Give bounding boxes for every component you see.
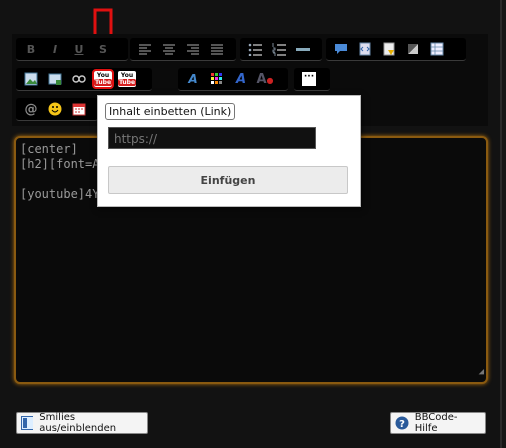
link-icon (72, 75, 86, 83)
font-size-button[interactable]: A (231, 69, 251, 89)
color-grid-icon (211, 73, 222, 84)
bullet-list-button[interactable] (245, 39, 265, 59)
italic-button[interactable]: I (45, 39, 65, 59)
insert-group (326, 38, 466, 61)
justify-icon (211, 44, 223, 55)
youtube-icon-top: You (96, 72, 110, 79)
quote-button[interactable] (331, 39, 351, 59)
embed-popup: Inhalt einbetten (Link) https:// Einfüge… (97, 95, 361, 207)
code-icon (359, 42, 371, 56)
editor-content: [center] [h2][font=A [youtube]4Y (20, 142, 100, 201)
smiley-icon (48, 102, 62, 116)
image-icon (24, 72, 38, 86)
clear-format-button[interactable]: A● (255, 69, 275, 89)
horizontal-rule-button[interactable] (293, 39, 313, 59)
more-button[interactable]: ··· (299, 69, 319, 89)
youtube-button[interactable]: You Tube (92, 69, 114, 89)
editor-frame: B I U S You Tube You Tube A A A● ··· @ [… (0, 0, 506, 448)
more-group: ··· (294, 68, 330, 91)
note-icon (408, 44, 418, 54)
embed-url-input[interactable]: https:// (108, 127, 316, 149)
font-size-icon: A (235, 71, 247, 87)
align-right-icon (187, 44, 199, 55)
align-left-icon (139, 44, 151, 55)
align-center-icon (163, 44, 175, 55)
mention-button[interactable]: @ (21, 99, 41, 119)
bullet-list-icon (248, 43, 262, 56)
spoiler-icon (383, 42, 395, 56)
youtube-icon-bottom: Tube (93, 79, 113, 86)
font-group: A A A● (178, 68, 288, 91)
justify-button[interactable] (207, 39, 227, 59)
font-icon: A (188, 72, 198, 86)
youtube-alt-icon-bottom: Tube (117, 79, 137, 86)
date-button[interactable] (69, 99, 89, 119)
insert-button[interactable]: Einfügen (108, 166, 348, 194)
list-group (240, 38, 322, 61)
format-group: B I U S (16, 38, 128, 61)
help-icon: ? (395, 416, 409, 430)
numbered-list-icon (272, 43, 286, 56)
underline-icon: U (74, 42, 84, 56)
youtube-alt-icon: You Tube (117, 71, 137, 87)
numbered-list-button[interactable] (269, 39, 289, 59)
strikethrough-icon: S (99, 42, 107, 56)
table-icon (430, 42, 444, 56)
horizontal-rule-icon (296, 48, 310, 51)
align-left-button[interactable] (135, 39, 155, 59)
svg-text:?: ? (399, 419, 405, 430)
smilies-panel-icon (21, 416, 34, 430)
smilies-toggle-label: Smilies aus/einblenden (39, 412, 117, 434)
spoiler-button[interactable] (379, 39, 399, 59)
table-button[interactable] (427, 39, 447, 59)
resize-handle-icon[interactable]: ◢ (479, 365, 484, 380)
bbcode-help-label: BBCode-Hilfe (414, 412, 458, 434)
strikethrough-button[interactable]: S (93, 39, 113, 59)
bbcode-help-button[interactable]: ? BBCode-Hilfe (390, 412, 486, 434)
align-group (130, 38, 236, 61)
note-button[interactable] (403, 39, 423, 59)
link-button[interactable] (69, 69, 89, 89)
youtube-alt-button[interactable]: You Tube (117, 69, 137, 89)
underline-button[interactable]: U (69, 39, 89, 59)
youtube-icon: You Tube (92, 69, 114, 89)
quote-icon (335, 44, 347, 54)
align-right-button[interactable] (183, 39, 203, 59)
media-group: You Tube You Tube (16, 68, 152, 91)
italic-icon: I (52, 42, 58, 56)
clear-format-icon: A● (256, 71, 274, 87)
bold-button[interactable]: B (21, 39, 41, 59)
smilies-toggle-button[interactable]: Smilies aus/einblenden (16, 412, 148, 434)
embed-popup-label: Inhalt einbetten (Link) (105, 103, 236, 120)
font-button[interactable]: A (183, 69, 203, 89)
more-icon: ··· (302, 72, 316, 86)
youtube-alt-icon-top: You (120, 72, 134, 79)
color-button[interactable] (207, 69, 227, 89)
code-button[interactable] (355, 39, 375, 59)
editor-panel: B I U S You Tube You Tube A A A● ··· @ [… (0, 0, 502, 448)
bold-icon: B (26, 42, 36, 56)
align-center-button[interactable] (159, 39, 179, 59)
extra-group: @ (16, 98, 98, 121)
date-icon (72, 103, 86, 116)
attachment-icon (48, 73, 62, 85)
smiley-button[interactable] (45, 99, 65, 119)
attachment-button[interactable] (45, 69, 65, 89)
image-button[interactable] (21, 69, 41, 89)
mention-icon: @ (24, 101, 38, 117)
